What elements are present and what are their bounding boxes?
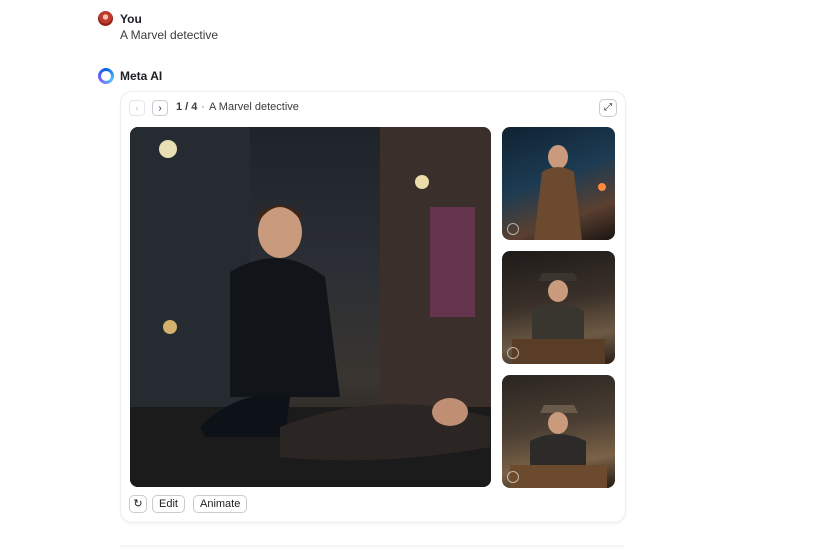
user-message-text: A Marvel detective — [120, 28, 219, 42]
expand-icon: ⤢ — [604, 102, 612, 113]
image-badge-icon — [507, 471, 519, 483]
detective-at-desk-illustration — [512, 273, 605, 364]
chevron-right-icon: › — [158, 103, 162, 114]
expand-button[interactable]: ⤢ — [599, 99, 617, 117]
regenerate-button[interactable]: ↻ — [129, 495, 147, 513]
image-badge-icon — [507, 223, 519, 235]
thumbnail-image-3[interactable] — [502, 375, 615, 488]
previous-image-button[interactable]: ‹ — [129, 100, 145, 116]
user-sender-name: You — [120, 12, 142, 26]
thumbnail-image-2[interactable] — [502, 251, 615, 364]
separator-dot: · — [201, 101, 205, 113]
detective-with-notebook-illustration — [534, 145, 606, 240]
thumbnail-image-1[interactable] — [502, 127, 615, 240]
meta-ai-logo-icon — [98, 68, 114, 84]
image-badge-icon — [507, 347, 519, 359]
detective-scene-illustration — [130, 127, 491, 487]
image-counter: 1 / 4 — [176, 101, 198, 113]
chevron-left-icon: ‹ — [135, 103, 139, 114]
image-gallery-card: ‹ › 1 / 4 · A Marvel detective ⤢ ↻ Edit … — [120, 91, 626, 523]
refresh-icon: ↻ — [133, 498, 143, 510]
next-message-edge — [120, 545, 624, 550]
edit-button[interactable]: Edit — [152, 495, 185, 513]
user-avatar — [98, 11, 113, 26]
main-generated-image[interactable] — [130, 127, 491, 487]
next-image-button[interactable]: › — [152, 100, 168, 116]
assistant-sender-name: Meta AI — [120, 69, 163, 83]
animate-button[interactable]: Animate — [193, 495, 248, 513]
detective-in-office-illustration — [510, 405, 607, 488]
gallery-title: A Marvel detective — [209, 101, 299, 113]
